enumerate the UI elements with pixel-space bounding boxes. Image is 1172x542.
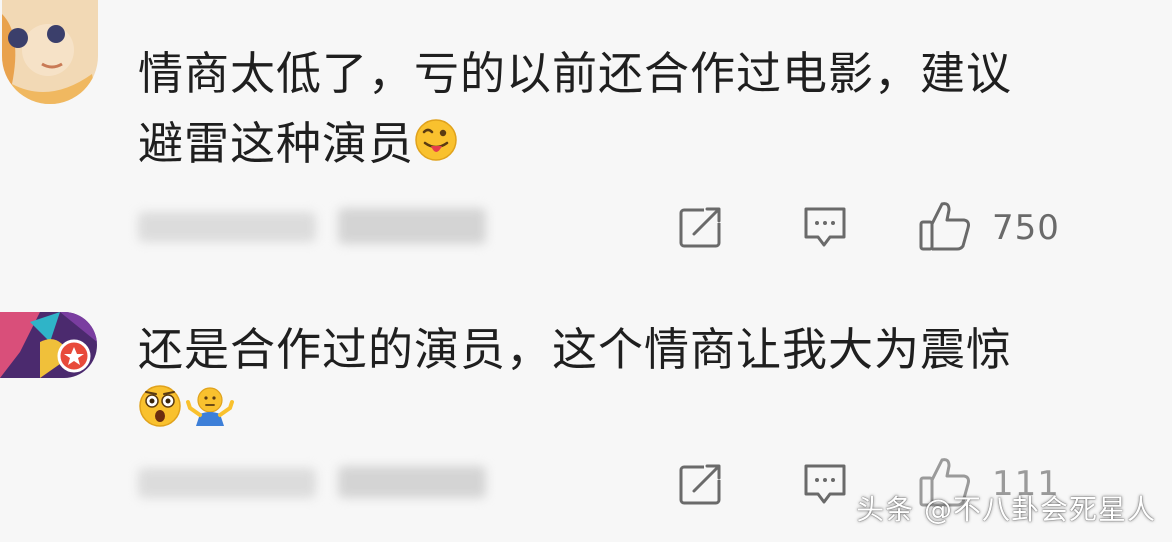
share-button[interactable] bbox=[678, 205, 724, 253]
watermark: 头条 @不八卦会死星人 bbox=[856, 493, 1156, 526]
like-count: 750 bbox=[992, 208, 1060, 248]
comment-text: 避雷这种演员 bbox=[138, 110, 458, 181]
comment-text: 情商太低了，亏的以前还合作过电影，建议 bbox=[138, 47, 1013, 100]
comment-icon bbox=[802, 462, 848, 510]
comment-icon bbox=[802, 205, 848, 253]
comment-meta bbox=[338, 208, 486, 244]
shrug-emoji-icon bbox=[186, 384, 234, 432]
comment-meta bbox=[338, 466, 486, 498]
comment-meta bbox=[138, 212, 316, 242]
reply-button[interactable] bbox=[802, 462, 848, 510]
comment-list: 情商太低了，亏的以前还合作过电影，建议 避雷这种演员 750 还是合作过的演员，… bbox=[0, 0, 1172, 542]
tongue-out-emoji-icon bbox=[414, 113, 458, 181]
comment-meta bbox=[138, 468, 316, 498]
like-button[interactable]: 750 bbox=[918, 200, 1060, 256]
share-icon bbox=[678, 205, 724, 253]
shocked-emoji-icon bbox=[138, 384, 182, 432]
reply-button[interactable] bbox=[802, 205, 848, 253]
share-button[interactable] bbox=[678, 462, 724, 510]
avatar[interactable] bbox=[2, 0, 98, 104]
comment-emojis bbox=[138, 384, 234, 432]
share-icon bbox=[678, 462, 724, 510]
avatar[interactable] bbox=[0, 312, 97, 378]
comment-text: 还是合作过的演员，这个情商让我大为震惊 bbox=[138, 323, 1013, 376]
thumbs-up-icon bbox=[918, 200, 972, 256]
